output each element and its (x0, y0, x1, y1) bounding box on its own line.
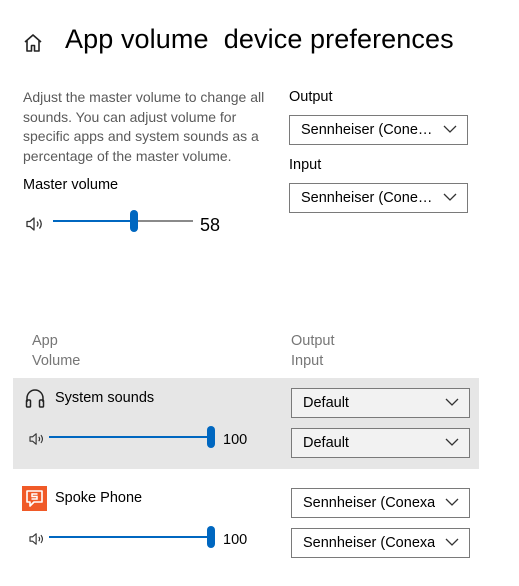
column-header-app-label: App (32, 333, 58, 349)
column-header-volume-label: Volume (32, 353, 81, 369)
app-name-system-sounds: System sounds (55, 390, 155, 406)
headphones-icon (25, 389, 45, 408)
output-label: Output (289, 89, 333, 105)
page-title: App volume device preferences (65, 24, 454, 54)
system-sounds-input-value: Default (303, 435, 349, 451)
column-header-app: App Volume (32, 331, 80, 371)
spoke-phone-output-value: Sennheiser (Conexant (303, 495, 435, 511)
column-header-devices: Output Input (291, 331, 335, 371)
app-slider-fill (49, 436, 211, 438)
app-slider-thumb[interactable] (207, 526, 215, 548)
master-volume-value: 58 (200, 215, 221, 235)
chevron-down-icon (445, 438, 459, 446)
column-header-output-label: Output (291, 333, 335, 349)
input-device-value: Sennheiser (Conexant (301, 190, 433, 206)
spoke-phone-app-icon (22, 486, 47, 511)
master-volume-slider[interactable] (53, 209, 193, 235)
system-sounds-output-value: Default (303, 395, 349, 411)
system-sounds-volume-slider[interactable] (49, 425, 215, 451)
column-header-input-label: Input (291, 353, 324, 369)
output-device-value: Sennheiser (Conexant (301, 122, 433, 138)
app-slider-fill (49, 536, 211, 538)
master-slider-fill (53, 220, 134, 222)
speaker-icon[interactable] (28, 532, 46, 546)
app-name-spoke-phone: Spoke Phone (55, 490, 143, 506)
home-icon[interactable] (22, 32, 44, 54)
speaker-icon[interactable] (28, 432, 46, 446)
input-device-select[interactable]: Sennheiser (Conexant (289, 183, 468, 213)
chevron-down-icon (443, 125, 457, 133)
system-sounds-input-select[interactable]: Default (291, 428, 470, 458)
spoke-phone-input-select[interactable]: Sennheiser (Conexant (291, 528, 470, 558)
chevron-down-icon (445, 538, 459, 546)
master-slider-track (134, 220, 193, 222)
system-sounds-output-select[interactable]: Default (291, 388, 470, 418)
spoke-phone-input-value: Sennheiser (Conexant (303, 535, 435, 551)
master-volume-description: Adjust the master volume to change all s… (23, 89, 265, 164)
master-volume-label: Master volume (23, 177, 119, 193)
chevron-down-icon (443, 193, 457, 201)
input-label: Input (289, 157, 322, 173)
chevron-down-icon (445, 398, 459, 406)
app-slider-thumb[interactable] (207, 426, 215, 448)
system-sounds-volume-value: 100 (223, 432, 248, 448)
spoke-phone-volume-slider[interactable] (49, 525, 215, 551)
chevron-down-icon (445, 498, 459, 506)
spoke-phone-volume-value: 100 (223, 532, 248, 548)
output-device-select[interactable]: Sennheiser (Conexant (289, 115, 468, 145)
spoke-phone-output-select[interactable]: Sennheiser (Conexant (291, 488, 470, 518)
master-slider-thumb[interactable] (130, 210, 138, 232)
speaker-icon[interactable] (25, 216, 45, 232)
